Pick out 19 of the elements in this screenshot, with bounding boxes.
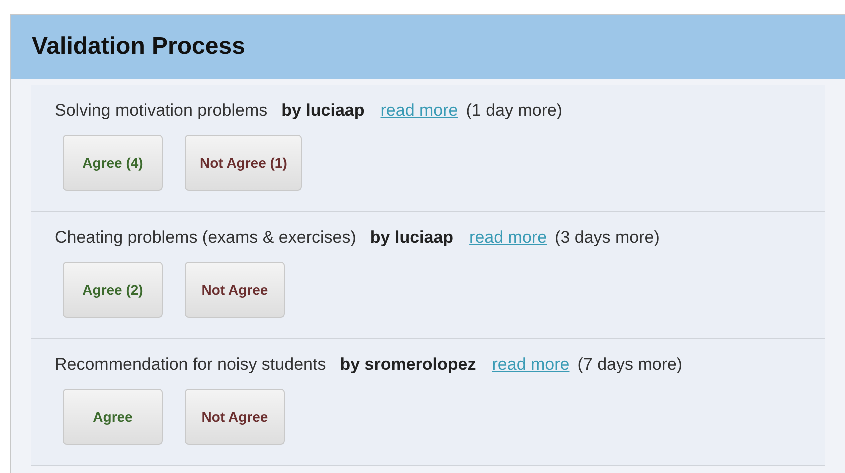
proposal-author: by luciaap xyxy=(282,101,365,121)
agree-button[interactable]: Agree (4) xyxy=(63,135,163,191)
agree-button[interactable]: Agree xyxy=(63,389,163,445)
not-agree-button[interactable]: Not Agree (1) xyxy=(185,135,302,191)
read-more-link[interactable]: read more xyxy=(380,101,458,121)
not-agree-button[interactable]: Not Agree xyxy=(185,389,285,445)
read-more-link[interactable]: read more xyxy=(492,355,570,375)
read-more-link[interactable]: read more xyxy=(470,228,548,248)
proposal-author: by sromerolopez xyxy=(340,355,476,375)
not-agree-button[interactable]: Not Agree xyxy=(185,262,285,318)
panel-title: Validation Process xyxy=(11,15,845,79)
proposal-title: Recommendation for noisy students xyxy=(55,355,326,375)
proposal-title: Cheating problems (exams & exercises) xyxy=(55,228,356,248)
agree-button[interactable]: Agree (2) xyxy=(63,262,163,318)
time-remaining: (3 days more) xyxy=(555,228,660,248)
time-remaining: (1 day more) xyxy=(466,101,563,121)
time-remaining: (7 days more) xyxy=(578,355,683,375)
proposal-title: Solving motivation problems xyxy=(55,101,268,121)
proposal-author: by luciaap xyxy=(370,228,454,248)
